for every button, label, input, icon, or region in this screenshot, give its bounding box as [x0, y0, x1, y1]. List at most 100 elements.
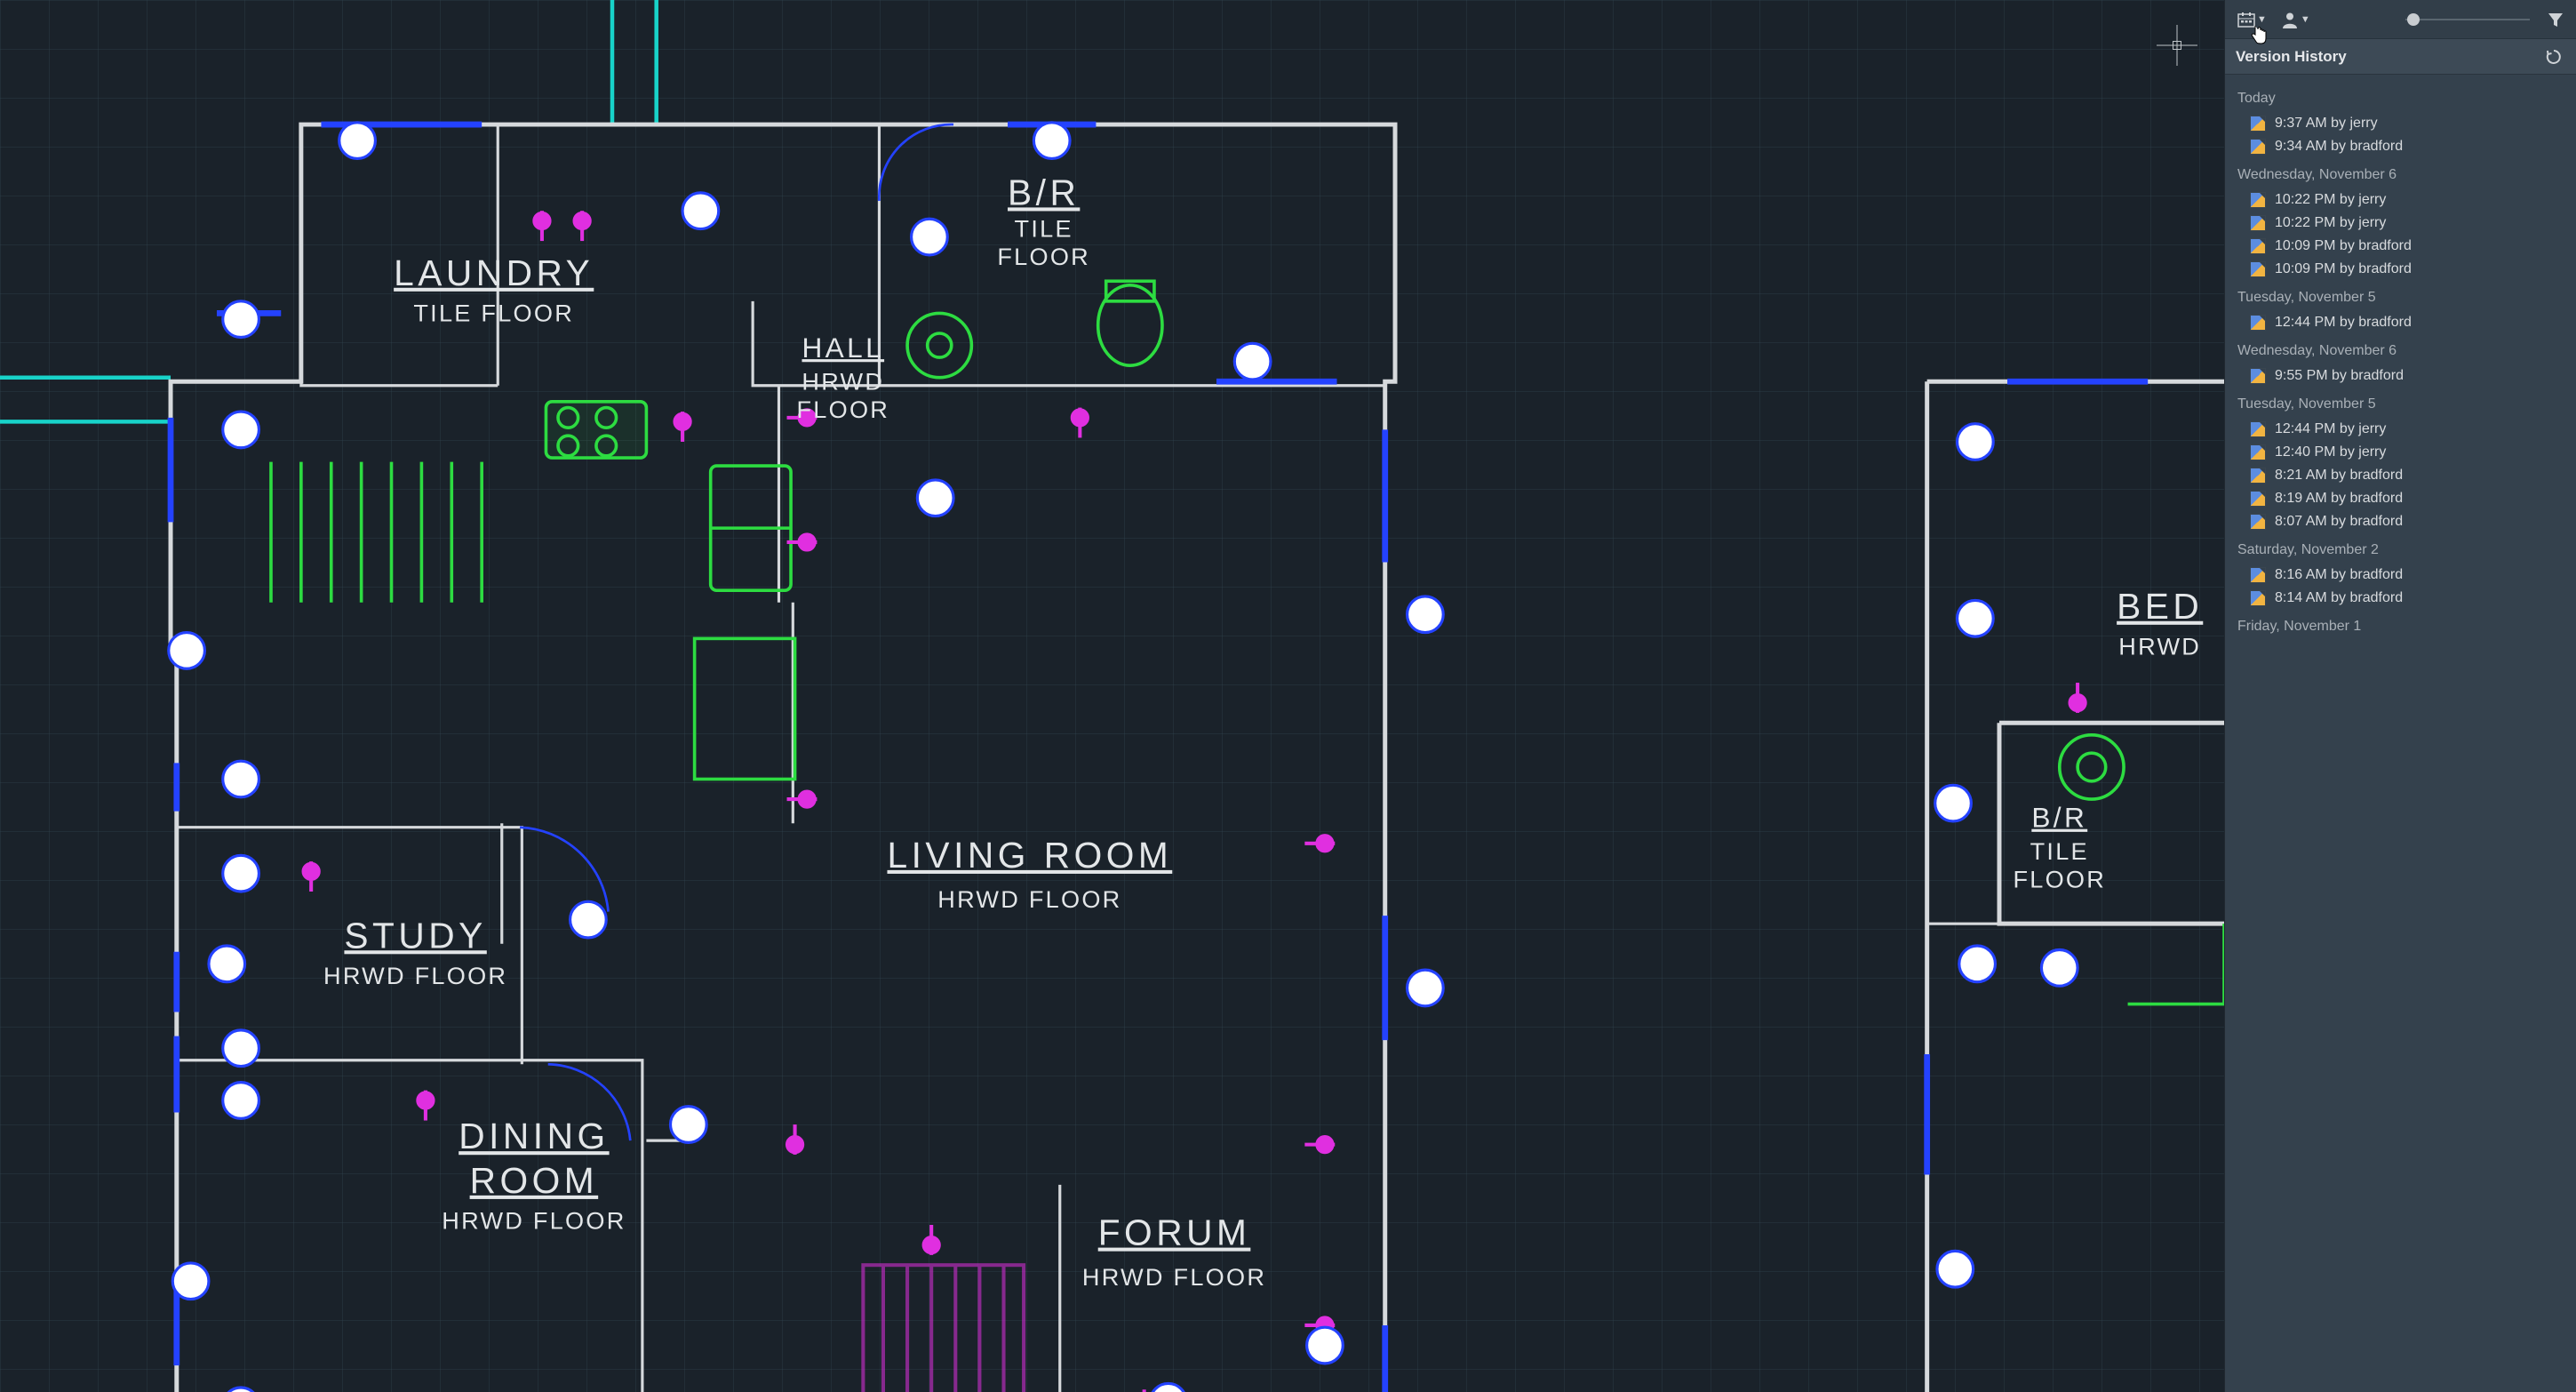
chevron-down-icon: ▼ — [2301, 14, 2310, 25]
svg-text:B/R: B/R — [2031, 802, 2087, 834]
svg-text:2: 2 — [1945, 788, 1961, 820]
history-entry[interactable]: 12:40 PM by jerry — [2234, 441, 2571, 464]
history-entry-label: 9:37 AM by jerry — [2275, 116, 2378, 132]
history-entry-label: 8:16 AM by bradford — [2275, 567, 2403, 583]
file-icon — [2250, 215, 2266, 231]
filter-icon — [2548, 12, 2564, 28]
file-icon — [2250, 116, 2266, 132]
svg-text:2: 2 — [233, 1032, 249, 1064]
svg-text:4: 4 — [681, 1108, 697, 1140]
svg-text:1: 1 — [1160, 1386, 1176, 1392]
user-filter-button[interactable]: ▼ — [2277, 9, 2314, 30]
history-entry-label: 12:44 PM by jerry — [2275, 421, 2386, 437]
history-group-date: Saturday, November 2 — [2234, 533, 2571, 564]
history-entry[interactable]: 8:19 AM by bradford — [2234, 487, 2571, 510]
svg-text:2: 2 — [1967, 426, 1983, 458]
history-entry[interactable]: 10:22 PM by jerry — [2234, 188, 2571, 212]
history-entry[interactable]: 10:22 PM by jerry — [2234, 212, 2571, 235]
svg-text:LAUNDRY: LAUNDRY — [394, 252, 594, 293]
svg-text:3: 3 — [183, 1265, 199, 1297]
panel-toolbar: ▼ ▼ — [2225, 0, 2576, 39]
svg-text:TILE: TILE — [1015, 215, 1073, 243]
history-entry-label: 8:07 AM by bradford — [2275, 514, 2403, 530]
svg-text:ROOM: ROOM — [470, 1160, 599, 1201]
svg-text:2: 2 — [1044, 124, 1060, 156]
history-entry[interactable]: 9:34 AM by bradford — [2234, 135, 2571, 158]
history-entry[interactable]: 8:16 AM by bradford — [2234, 564, 2571, 587]
history-entry[interactable]: 8:14 AM by bradford — [2234, 587, 2571, 610]
history-entry-label: 8:19 AM by bradford — [2275, 491, 2403, 507]
svg-text:DINING: DINING — [459, 1116, 609, 1156]
history-entry[interactable]: 8:07 AM by bradford — [2234, 510, 2571, 533]
filter-button[interactable] — [2544, 10, 2567, 29]
history-entry[interactable]: 12:44 PM by bradford — [2234, 311, 2571, 334]
svg-text:TILE FLOOR: TILE FLOOR — [413, 299, 574, 326]
svg-text:1: 1 — [233, 303, 249, 335]
history-entry-label: 12:44 PM by bradford — [2275, 315, 2412, 331]
svg-text:FLOOR: FLOOR — [2013, 865, 2106, 892]
history-entry-label: 10:09 PM by bradford — [2275, 261, 2412, 277]
user-icon — [2281, 11, 2299, 28]
history-group-date: Tuesday, November 5 — [2234, 388, 2571, 418]
history-group-date: Wednesday, November 6 — [2234, 158, 2571, 188]
date-filter-button[interactable]: ▼ — [2234, 10, 2270, 29]
history-list[interactable]: Today9:37 AM by jerry9:34 AM by bradford… — [2225, 75, 2576, 1392]
history-entry[interactable]: 9:55 PM by bradford — [2234, 364, 2571, 388]
history-group-date: Wednesday, November 6 — [2234, 334, 2571, 364]
history-entry[interactable]: 12:44 PM by jerry — [2234, 418, 2571, 441]
svg-text:HRWD FLOOR: HRWD FLOOR — [442, 1207, 626, 1235]
refresh-button[interactable] — [2542, 47, 2565, 67]
refresh-icon — [2546, 49, 2562, 65]
history-entry-label: 9:34 AM by bradford — [2275, 139, 2403, 155]
svg-text:HRWD FLOOR: HRWD FLOOR — [323, 962, 507, 989]
history-entry-label: 8:14 AM by bradford — [2275, 590, 2403, 606]
svg-text:1: 1 — [693, 195, 709, 227]
panel-title: Version History — [2236, 48, 2347, 66]
svg-text:STUDY: STUDY — [344, 915, 486, 956]
history-entry[interactable]: 10:09 PM by bradford — [2234, 235, 2571, 258]
timeline-slider[interactable] — [2405, 13, 2530, 26]
panel-header: Version History — [2225, 39, 2576, 75]
file-icon — [2250, 315, 2266, 331]
svg-text:LIVING ROOM: LIVING ROOM — [887, 835, 1172, 876]
svg-text:2: 2 — [1967, 603, 1983, 635]
history-entry-label: 10:22 PM by jerry — [2275, 215, 2386, 231]
floor-plan: 1 2 3 2 2 7 2 2 3 2 2 2 1 2 6 1 3 3 3 4 — [0, 0, 2224, 1392]
file-icon — [2250, 261, 2266, 277]
svg-text:HRWD: HRWD — [802, 367, 884, 395]
svg-text:2: 2 — [1947, 1253, 1963, 1285]
history-entry[interactable]: 10:09 PM by bradford — [2234, 258, 2571, 281]
svg-text:FLOOR: FLOOR — [997, 243, 1090, 270]
history-entry-label: 8:21 AM by bradford — [2275, 468, 2403, 484]
file-icon — [2250, 238, 2266, 254]
history-entry-label: 10:09 PM by bradford — [2275, 238, 2412, 254]
file-icon — [2250, 444, 2266, 460]
svg-text:2: 2 — [233, 1084, 249, 1116]
svg-text:3: 3 — [179, 635, 195, 667]
history-entry-label: 9:55 PM by bradford — [2275, 368, 2404, 384]
drawing-canvas[interactable]: 1 2 3 2 2 7 2 2 3 2 2 2 1 2 6 1 3 3 3 4 — [0, 0, 2224, 1392]
chevron-down-icon: ▼ — [2257, 14, 2267, 25]
svg-text:1: 1 — [1245, 346, 1261, 378]
calendar-icon — [2237, 12, 2255, 28]
history-entry[interactable]: 8:21 AM by bradford — [2234, 464, 2571, 487]
svg-text:3: 3 — [1417, 972, 1433, 1004]
svg-text:3: 3 — [580, 904, 596, 936]
history-entry-label: 12:40 PM by jerry — [2275, 444, 2386, 460]
svg-text:TILE: TILE — [2030, 837, 2089, 865]
svg-text:2: 2 — [233, 764, 249, 796]
history-group-date: Friday, November 1 — [2234, 610, 2571, 640]
svg-text:HRWD: HRWD — [2118, 632, 2201, 660]
file-icon — [2250, 590, 2266, 606]
svg-text:B/R: B/R — [1008, 172, 1080, 212]
svg-text:FLOOR: FLOOR — [796, 396, 889, 423]
svg-text:6: 6 — [928, 482, 944, 514]
file-icon — [2250, 421, 2266, 437]
file-icon — [2250, 192, 2266, 208]
svg-text:3: 3 — [1417, 598, 1433, 630]
svg-text:6: 6 — [1317, 1330, 1333, 1362]
history-entry[interactable]: 9:37 AM by jerry — [2234, 112, 2571, 135]
svg-text:7: 7 — [219, 948, 235, 980]
svg-text:2: 2 — [2052, 952, 2068, 984]
svg-text:7: 7 — [1969, 948, 1985, 980]
